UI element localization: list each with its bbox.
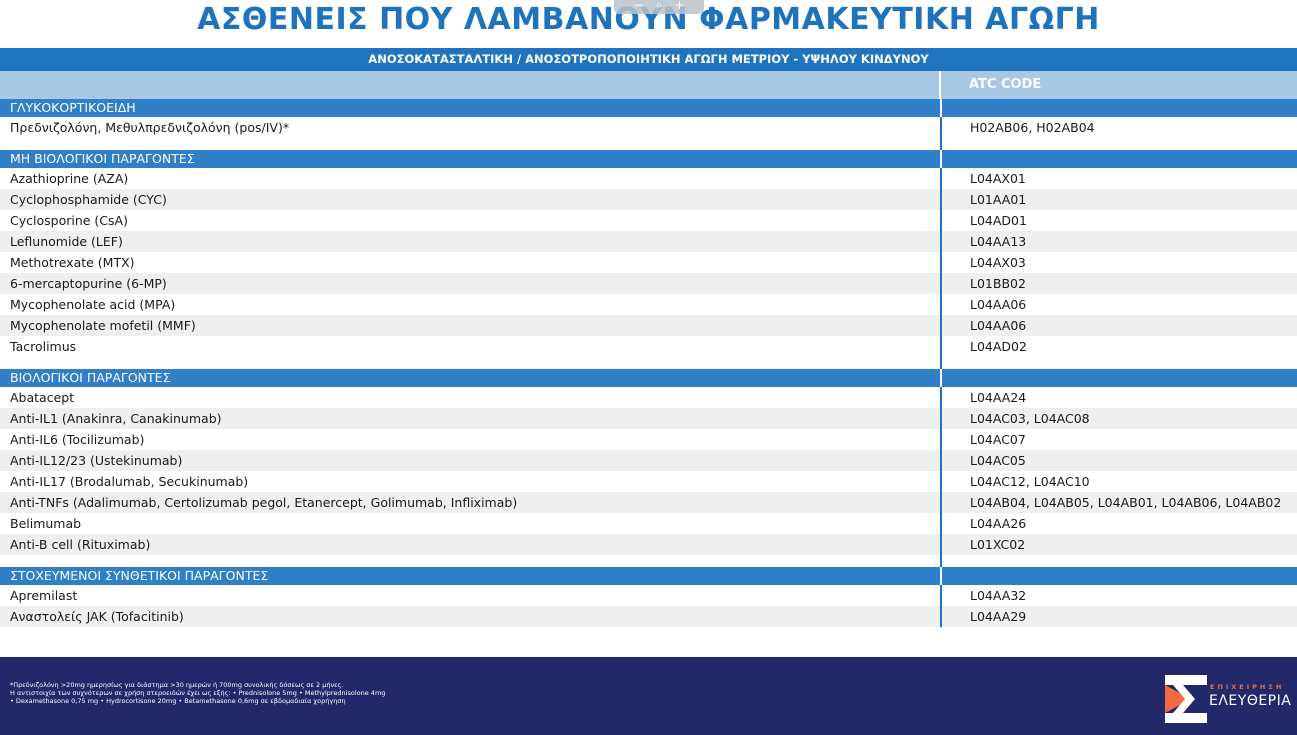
atc-code: L04AA13 (940, 231, 1297, 252)
footer: *Πρεδνιζολόνη >20mg ημερησίως για διάστη… (0, 657, 1297, 735)
drug-name: Belimumab (10, 516, 82, 531)
atc-code: L04AA06 (940, 315, 1297, 336)
section-title: ΜΗ ΒΙΟΛΟΓΙΚΟΙ ΠΑΡΑΓΟΝΤΕΣ (10, 151, 195, 166)
atc-code: L04AA29 (940, 606, 1297, 627)
footnote-line: Η αντιστοιχία των συχνότερων σε χρήση στ… (10, 689, 386, 697)
table-body: ΓΛΥΚΟΚΟΡΤΙΚΟΕΙΔΗ Πρεδνιζολόνη, Μεθυλπρεδν… (0, 99, 1297, 627)
drug-name: Abatacept (10, 390, 75, 405)
table-row: Leflunomide (LEF) L04AA13 (0, 231, 1297, 252)
zoom-controls[interactable]: − ⌕ + (614, 0, 704, 14)
table-row: Belimumab L04AA26 (0, 513, 1297, 534)
drug-name: Methotrexate (MTX) (10, 255, 135, 270)
table-row: Cyclophosphamide (CYC) L01AA01 (0, 189, 1297, 210)
logo-title: ΕΛΕΥΘΕΡΙΑ (1209, 693, 1292, 709)
drug-name: Πρεδνιζολόνη, Μεθυλπρεδνιζολόνη (pos/IV)… (10, 120, 290, 135)
atc-code: L04AA24 (940, 387, 1297, 408)
drug-name: Cyclophosphamide (CYC) (10, 192, 167, 207)
table-row: 6-mercaptopurine (6-MP) L01BB02 (0, 273, 1297, 294)
section-header: ΒΙΟΛΟΓΙΚΟΙ ΠΑΡΑΓΟΝΤΕΣ (0, 369, 1297, 387)
atc-code: L04AA32 (940, 585, 1297, 606)
table-row: Mycophenolate acid (MPA) L04AA06 (0, 294, 1297, 315)
section-title: ΒΙΟΛΟΓΙΚΟΙ ΠΑΡΑΓΟΝΤΕΣ (10, 370, 171, 385)
drug-name: Tacrolimus (10, 339, 77, 354)
drug-name: Anti-IL1 (Anakinra, Canakinumab) (10, 411, 222, 426)
atc-code: L04AD01 (940, 210, 1297, 231)
atc-code: L04AB04, L04AB05, L04AB01, L04AB06, L04A… (940, 492, 1297, 513)
section-header: ΣΤΟΧΕΥΜΕΝΟΙ ΣΥΝΘΕΤΙΚΟΙ ΠΑΡΑΓΟΝΤΕΣ (0, 567, 1297, 585)
epixeirisi-eleftheria-logo: ΕΠΙΧΕΙΡΗΣΗ ΕΛΕΥΘΕΡΙΑ (1165, 675, 1297, 723)
footnote-line: • Dexamethasone 0,75 mg • Hydrocortisone… (10, 697, 346, 705)
atc-code: L04AA06 (940, 294, 1297, 315)
table-row: Azathioprine (AZA) L04AX01 (0, 168, 1297, 189)
atc-code: L04AC05 (940, 450, 1297, 471)
drug-name: Anti-B cell (Rituximab) (10, 537, 151, 552)
atc-code: L04AA26 (940, 513, 1297, 534)
atc-code: L01BB02 (940, 273, 1297, 294)
medication-table: ΑΝΟΣΟΚΑΤΑΣΤΑΛΤΙΚΗ / ΑΝΟΣΟΤΡΟΠΟΠΟΙΗΤΙΚΗ Α… (0, 48, 1297, 627)
footnote-line: *Πρεδνιζολόνη >20mg ημερησίως για διάστη… (10, 681, 344, 689)
drug-name: Cyclosporine (CsA) (10, 213, 128, 228)
drug-name: Azathioprine (AZA) (10, 171, 129, 186)
section-title: ΓΛΥΚΟΚΟΡΤΙΚΟΕΙΔΗ (10, 100, 136, 115)
drug-name: 6-mercaptopurine (6-MP) (10, 276, 167, 291)
atc-code: L04AC07 (940, 429, 1297, 450)
table-row: Anti-TNFs (Adalimumab, Certolizumab pego… (0, 492, 1297, 513)
zoom-out-icon[interactable]: − (634, 0, 644, 14)
atc-code: L04AX03 (940, 252, 1297, 273)
table-row: Anti-IL6 (Tocilizumab) L04AC07 (0, 429, 1297, 450)
drug-name: Apremilast (10, 588, 78, 603)
atc-code: L01XC02 (940, 534, 1297, 555)
table-row: Apremilast L04AA32 (0, 585, 1297, 606)
zoom-in-icon[interactable]: + (674, 0, 684, 14)
atc-header-row: ATC CODE (0, 71, 1297, 99)
atc-code: H02AB06, H02AB04 (940, 117, 1297, 138)
table-row: Methotrexate (MTX) L04AX03 (0, 252, 1297, 273)
atc-code-header: ATC CODE (939, 71, 1297, 99)
table-row: Anti-IL12/23 (Ustekinumab) L04AC05 (0, 450, 1297, 471)
drug-name: Mycophenolate mofetil (MMF) (10, 318, 196, 333)
atc-code: L01AA01 (940, 189, 1297, 210)
atc-code: L04AD02 (940, 336, 1297, 357)
logo-subtitle: ΕΠΙΧΕΙΡΗΣΗ (1210, 683, 1285, 691)
section-header: ΜΗ ΒΙΟΛΟΓΙΚΟΙ ΠΑΡΑΓΟΝΤΕΣ (0, 150, 1297, 168)
atc-code: L04AC12, L04AC10 (940, 471, 1297, 492)
table-row: Αναστολείς JAK (Tofacitinib) L04AA29 (0, 606, 1297, 627)
drug-name: Mycophenolate acid (MPA) (10, 297, 176, 312)
table-row: Anti-B cell (Rituximab) L01XC02 (0, 534, 1297, 555)
table-row: Tacrolimus L04AD02 (0, 336, 1297, 357)
atc-code: L04AX01 (940, 168, 1297, 189)
table-row: Anti-IL17 (Brodalumab, Secukinumab) L04AC… (0, 471, 1297, 492)
drug-name: Anti-TNFs (Adalimumab, Certolizumab pego… (10, 495, 518, 510)
atc-code: L04AC03, L04AC08 (940, 408, 1297, 429)
table-header: ΑΝΟΣΟΚΑΤΑΣΤΑΛΤΙΚΗ / ΑΝΟΣΟΤΡΟΠΟΠΟΙΗΤΙΚΗ Α… (0, 48, 1297, 71)
footnotes: *Πρεδνιζολόνη >20mg ημερησίως για διάστη… (10, 681, 385, 705)
table-row: Cyclosporine (CsA) L04AD01 (0, 210, 1297, 231)
section-title: ΣΤΟΧΕΥΜΕΝΟΙ ΣΥΝΘΕΤΙΚΟΙ ΠΑΡΑΓΟΝΤΕΣ (10, 568, 269, 583)
drug-name: Αναστολείς JAK (Tofacitinib) (10, 609, 184, 624)
drug-name: Leflunomide (LEF) (10, 234, 123, 249)
sigma-logo-icon (1165, 675, 1207, 723)
table-row: Anti-IL1 (Anakinra, Canakinumab) L04AC03,… (0, 408, 1297, 429)
section-header: ΓΛΥΚΟΚΟΡΤΙΚΟΕΙΔΗ (0, 99, 1297, 117)
drug-name: Anti-IL12/23 (Ustekinumab) (10, 453, 183, 468)
table-row: Abatacept L04AA24 (0, 387, 1297, 408)
table-row: Πρεδνιζολόνη, Μεθυλπρεδνιζολόνη (pos/IV)… (0, 117, 1297, 138)
drug-name: Anti-IL17 (Brodalumab, Secukinumab) (10, 474, 249, 489)
drug-name: Anti-IL6 (Tocilizumab) (10, 432, 145, 447)
magnifier-icon[interactable]: ⌕ (656, 0, 663, 14)
table-row: Mycophenolate mofetil (MMF) L04AA06 (0, 315, 1297, 336)
